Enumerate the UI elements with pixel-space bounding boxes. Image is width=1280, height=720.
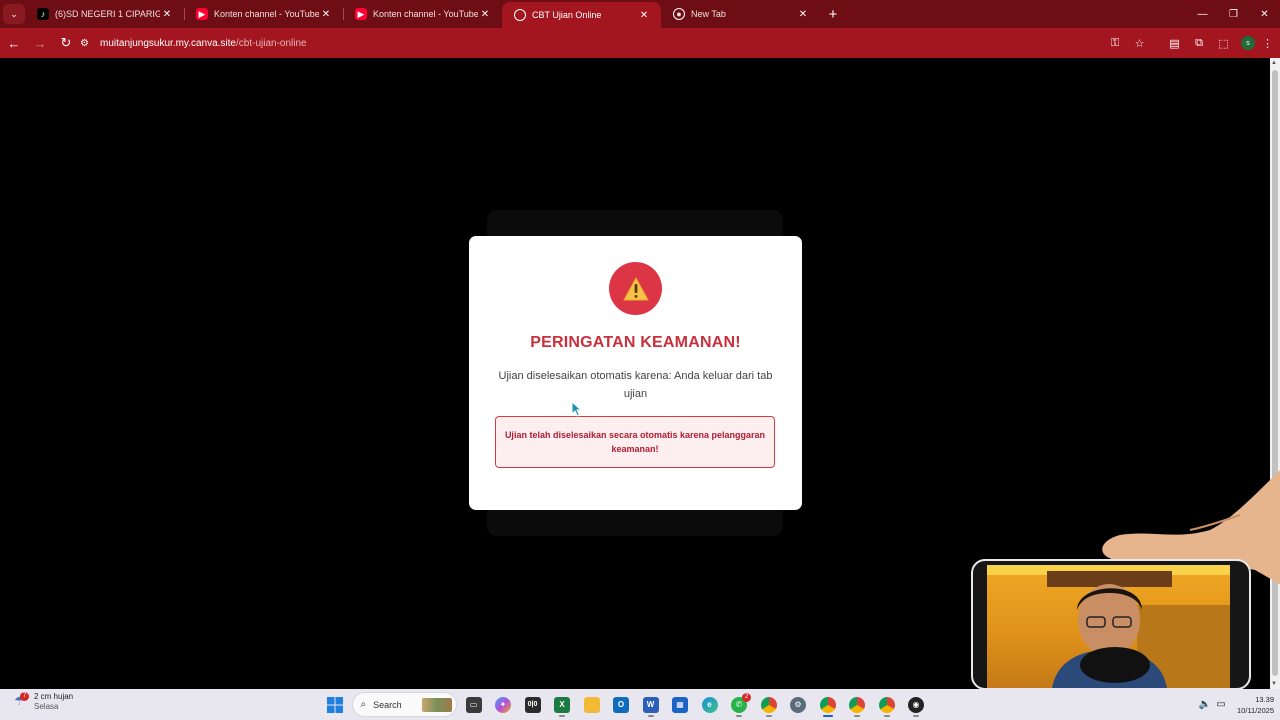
close-icon[interactable]: ✕ [160,9,174,20]
tab-youtube-studio-1[interactable]: ▶ Konten channel - YouTube Studi ✕ [184,0,343,28]
window-controls: — ❐ ✕ [1187,0,1280,28]
chrome-alt-icon[interactable] [844,692,870,717]
bookmark-star-icon[interactable]: ☆ [1128,31,1152,55]
clock-time: 13.39 [1255,694,1274,704]
person-image [987,565,1230,688]
url-path: /cbt-ujian-online [236,37,307,49]
close-icon[interactable]: ✕ [796,9,810,20]
outlook-icon[interactable]: O [608,692,634,717]
security-warning-modal: PERINGATAN KEAMANAN! Ujian diselesaikan … [469,236,802,510]
extensions-icon[interactable]: ⬚ [1212,31,1236,55]
close-icon[interactable]: ✕ [637,10,651,21]
excel-icon[interactable]: X [549,692,575,717]
chrome-icon[interactable] [815,692,841,717]
profile-avatar[interactable]: s [1241,36,1255,50]
tab-title: CBT Ujian Online [532,10,602,20]
warning-badge [609,262,662,315]
tab-new-tab[interactable]: ● New Tab ✕ [661,0,820,28]
url-host: muitanjungsukur.my.canva.site [100,37,236,49]
violation-alert: Ujian telah diselesaikan secara otomatis… [495,416,775,468]
start-button[interactable] [322,692,348,717]
chrome-profile-2-icon[interactable] [874,692,900,717]
tab-cbt-ujian-online[interactable]: CBT Ujian Online ✕ [502,2,661,28]
tab-strip: ⌄ ♪ (6)SD NEGERI 1 CIPARIGI (@sdn ✕ ▶ Ko… [0,0,1280,28]
forward-button[interactable]: → [28,31,52,55]
scroll-up-icon[interactable]: ▲ [1271,60,1277,66]
mouse-cursor-icon [571,401,583,417]
clock[interactable]: 13.39 10/11/2025 [1237,694,1274,716]
arrow-left-icon: ← [7,35,21,51]
search-highlight-image [421,697,452,712]
youtube-icon: ▶ [196,8,208,20]
search-icon: ⌕ [360,699,367,710]
battery-icon[interactable]: ▭ [1213,699,1229,710]
restore-icon[interactable]: ❐ [1218,0,1249,28]
weather-widget[interactable]: ☂ 7 2 cm hujan Selasa [14,692,73,712]
back-button[interactable]: ← [2,31,26,55]
weather-badge: 7 [20,692,29,701]
tab-title: (6)SD NEGERI 1 CIPARIGI (@sdn [55,9,160,19]
reload-icon: ↻ [60,35,72,50]
youtube-icon: ▶ [355,8,367,20]
tab-groups-icon[interactable]: ▤ [1163,31,1187,55]
screen: ⌄ ♪ (6)SD NEGERI 1 CIPARIGI (@sdn ✕ ▶ Ko… [0,0,1280,720]
weather-day: Selasa [34,702,59,711]
modal-title: PERINGATAN KEAMANAN! [530,334,741,351]
close-icon[interactable]: ✕ [319,9,333,20]
search-placeholder: Search [373,699,402,710]
calculator-icon[interactable]: 0|0 [520,692,546,717]
close-icon[interactable]: ✕ [478,9,492,20]
close-window-icon[interactable]: ✕ [1249,0,1280,28]
edge-icon[interactable]: e [697,692,723,717]
globe-icon [514,9,526,21]
whatsapp-badge: 2 [742,693,751,702]
plus-icon: + [828,5,838,23]
tab-title: Konten channel - YouTube Studi [373,9,478,19]
store-icon[interactable]: ▦ [667,692,693,717]
reload-button[interactable]: ↻ [54,31,78,55]
clock-date: 10/11/2025 [1237,705,1274,715]
chrome-profile-icon[interactable] [756,692,782,717]
translate-icon[interactable]: ⧉ [1187,31,1211,55]
windows-logo-icon [327,696,343,713]
arrow-right-icon: → [33,35,47,51]
folder-icon[interactable] [579,692,605,717]
tab-title: New Tab [691,9,726,19]
windows-taskbar: ☂7 2 cm hujan Selasa ⌕ Search ▭ ✦ 0|0 X [0,689,1280,720]
weather-temp: 2 cm hujan [34,692,74,701]
copilot-icon[interactable]: ✦ [490,692,516,717]
settings-icon[interactable]: ⚙ [785,692,811,717]
rain-icon: ☂ 7 [14,692,30,710]
toolbar-actions: ⚿ ☆ ▤ ⧉ ⬚ s ⋮ [1103,28,1280,58]
tab-search-button[interactable]: ⌄ [3,4,25,24]
system-tray: 🔈 ▭ 13.39 10/11/2025 [1197,692,1274,717]
modal-message: Ujian diselesaikan otomatis karena: Anda… [498,370,773,400]
tab-title: Konten channel - YouTube Studi [214,9,319,19]
webcam-video [987,565,1230,688]
obs-icon[interactable]: ◉ [903,692,929,717]
whatsapp-icon[interactable]: ✆ 2 [726,692,752,717]
tab-tiktok[interactable]: ♪ (6)SD NEGERI 1 CIPARIGI (@sdn ✕ [25,0,184,28]
webcam-phone-overlay [971,559,1251,690]
tiktok-icon: ♪ [37,8,49,20]
site-info-icon[interactable]: ⚙ [80,38,100,49]
browser-toolbar: ← → ↻ ⚙ muitanjungsukur.my.canva.site /c… [0,28,1280,58]
chrome-icon: ● [673,8,685,20]
password-key-icon[interactable]: ⚿ [1103,31,1127,55]
violation-alert-text: Ujian telah diselesaikan secara otomatis… [504,430,766,454]
word-icon[interactable]: W [638,692,664,717]
chevron-down-icon: ⌄ [10,8,18,19]
minimize-icon[interactable]: — [1187,0,1218,28]
new-tab-button[interactable]: + [820,6,846,23]
address-bar[interactable]: ⚙ muitanjungsukur.my.canva.site /cbt-uji… [80,31,1140,55]
tab-youtube-studio-2[interactable]: ▶ Konten channel - YouTube Studi ✕ [343,0,502,28]
file-explorer-icon[interactable]: ▭ [461,692,487,717]
warning-icon [622,276,649,300]
taskbar-search[interactable]: ⌕ Search [351,692,457,717]
menu-kebab-icon[interactable]: ⋮ [1256,31,1280,55]
taskbar-apps: ⌕ Search ▭ ✦ 0|0 X O W ▦ e ✆ 2 ⚙ ◉ [322,692,933,717]
volume-icon[interactable]: 🔈 [1197,699,1213,710]
